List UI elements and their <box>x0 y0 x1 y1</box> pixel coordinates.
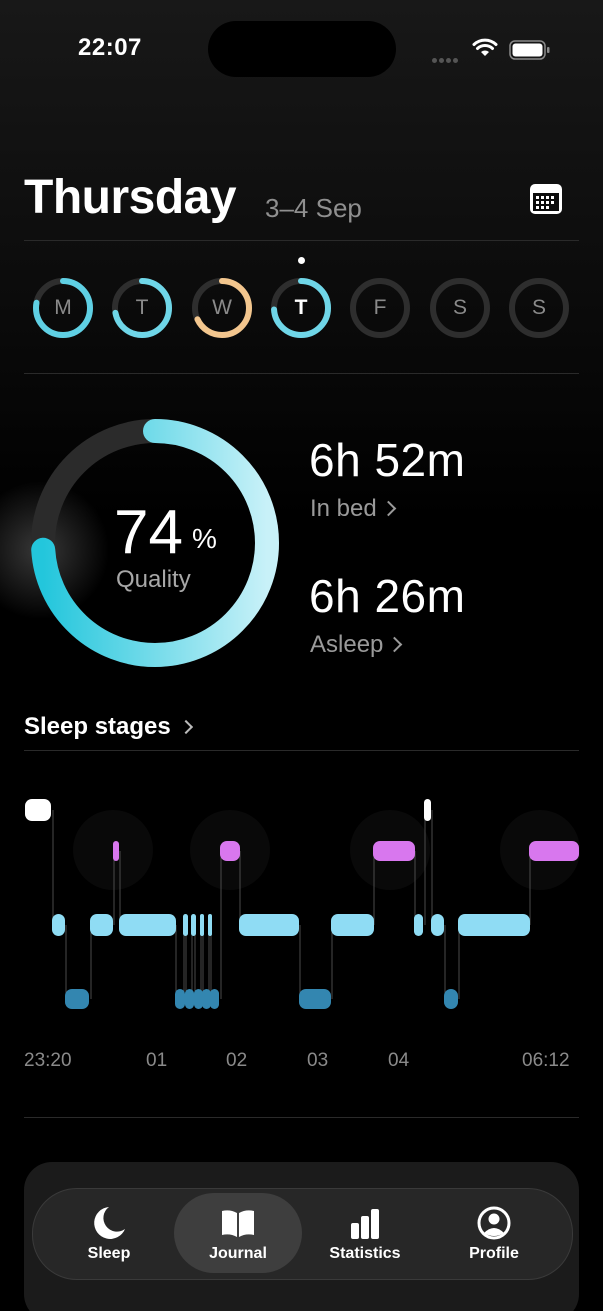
time-tick-label: 06:12 <box>522 1050 570 1071</box>
moon-icon <box>94 1207 125 1239</box>
stage-segment-core <box>431 914 444 936</box>
stage-segment-rem <box>220 841 240 861</box>
stage-segment-core <box>191 914 196 936</box>
in-bed-link[interactable]: In bed <box>310 495 397 523</box>
week-day-label: M <box>54 296 72 319</box>
in-bed-value: 6h 52m <box>309 434 466 486</box>
asleep-label: Asleep <box>310 631 384 658</box>
stage-segment-deep <box>175 989 185 1009</box>
battery-icon <box>509 40 550 60</box>
week-day-label: T <box>135 296 149 319</box>
date-range: 3–4 Sep <box>265 193 362 223</box>
stage-segment-rem <box>113 841 119 861</box>
asleep-value: 6h 26m <box>309 570 466 622</box>
cellular-signal-icon <box>432 50 460 68</box>
sleep-stages-chart <box>25 799 579 1009</box>
time-tick-label: 23:20 <box>24 1050 72 1071</box>
stage-segment-core <box>331 914 374 936</box>
tab-label: Profile <box>469 1245 519 1262</box>
week-day-4[interactable]: F <box>349 277 411 339</box>
stage-segment-core <box>414 914 423 936</box>
stage-segment-core <box>52 914 65 936</box>
tab-statistics[interactable]: Statistics <box>301 1193 429 1273</box>
chevron-right-icon <box>387 636 403 653</box>
status-time: 22:07 <box>78 34 142 61</box>
week-day-1[interactable]: T <box>111 277 173 339</box>
stage-segment-deep <box>65 989 89 1009</box>
page-title: Thursday <box>24 171 237 224</box>
dynamic-island <box>208 21 396 77</box>
stage-segment-core <box>90 914 113 936</box>
week-day-2[interactable]: W <box>191 277 253 339</box>
quality-value: 74 <box>114 498 183 567</box>
stages-bottom-divider <box>24 1117 579 1118</box>
quality-label: Quality <box>116 566 191 593</box>
stage-segment-deep <box>299 989 331 1009</box>
tab-label: Statistics <box>329 1245 401 1262</box>
stage-segment-awake <box>424 799 431 821</box>
stage-segment-rem <box>529 841 579 861</box>
time-tick-label: 04 <box>388 1050 410 1071</box>
bar-chart-icon <box>351 1209 379 1239</box>
stage-segment-awake <box>25 799 51 821</box>
asleep-link[interactable]: Asleep <box>310 631 403 659</box>
week-day-label: W <box>212 296 232 319</box>
in-bed-label: In bed <box>310 495 377 522</box>
week-day-5[interactable]: S <box>429 277 491 339</box>
calendar-icon[interactable] <box>522 180 568 220</box>
stage-segment-core <box>200 914 204 936</box>
header-divider <box>24 240 579 241</box>
quality-unit: % <box>192 523 217 554</box>
week-day-3[interactable]: T <box>270 277 332 339</box>
stages-divider <box>24 750 579 751</box>
tab-sleep[interactable]: Sleep <box>45 1193 173 1273</box>
tab-journal[interactable]: Journal <box>174 1193 302 1273</box>
week-day-0[interactable]: M <box>32 277 94 339</box>
stage-segment-deep <box>194 989 203 1009</box>
week-day-label: F <box>373 296 387 319</box>
stage-segment-core <box>119 914 176 936</box>
stage-segment-rem <box>373 841 415 861</box>
stage-segment-deep <box>210 989 219 1009</box>
chevron-right-icon <box>178 719 193 735</box>
stage-segment-deep <box>202 989 211 1009</box>
tab-label: Sleep <box>87 1245 131 1262</box>
today-indicator <box>298 257 305 264</box>
profile-icon <box>477 1206 511 1240</box>
time-tick-label: 03 <box>307 1050 329 1071</box>
tab-label: Journal <box>209 1245 267 1262</box>
stage-segment-core <box>208 914 212 936</box>
time-tick-label: 01 <box>146 1050 168 1071</box>
stage-segment-deep <box>185 989 194 1009</box>
tab-profile[interactable]: Profile <box>430 1193 558 1273</box>
stage-segment-deep <box>444 989 458 1009</box>
time-tick-label: 02 <box>226 1050 248 1071</box>
sleep-stages-link[interactable]: Sleep stages <box>24 713 193 741</box>
week-day-label: S <box>531 296 546 319</box>
week-day-6[interactable]: S <box>508 277 570 339</box>
week-divider <box>24 373 579 374</box>
book-icon <box>222 1210 254 1237</box>
stage-segment-core <box>458 914 530 936</box>
week-day-label: T <box>294 296 308 319</box>
stage-segment-core <box>183 914 188 936</box>
stage-segment-core <box>239 914 299 936</box>
sleep-stages-title: Sleep stages <box>24 713 171 740</box>
sleep-screen: 22:07 Thursday 3–4 Sep M T W T F S S 74 % Qual… <box>0 0 603 1311</box>
wifi-icon <box>472 38 498 56</box>
week-day-label: S <box>452 296 467 319</box>
chevron-right-icon <box>380 500 397 517</box>
